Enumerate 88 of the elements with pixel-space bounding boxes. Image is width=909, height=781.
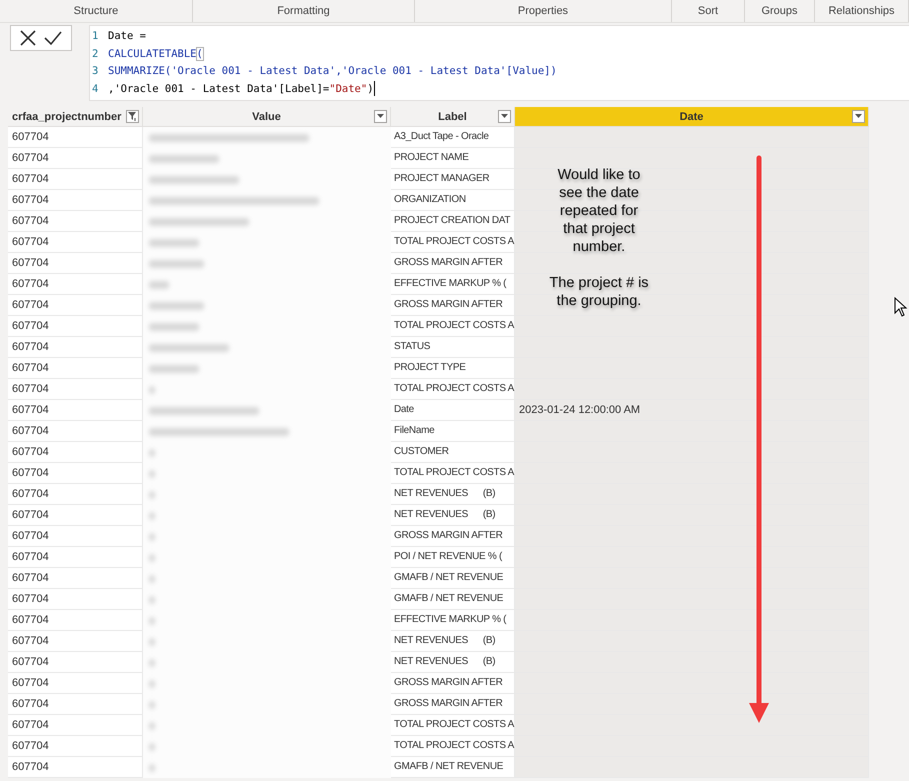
table-cell: 607704 xyxy=(8,400,143,421)
table-cell: 607704 xyxy=(8,631,143,652)
table-cell: TOTAL PROJECT COSTS A xyxy=(391,736,515,757)
table-cell: GROSS MARGIN AFTER xyxy=(391,526,515,547)
line-number: 2 xyxy=(92,46,100,62)
column-header[interactable]: Date xyxy=(515,107,869,127)
table-cell: 607704 xyxy=(8,190,143,211)
line-number: 4 xyxy=(92,82,100,96)
table-cell: 607704 xyxy=(8,211,143,232)
column-header[interactable]: Value xyxy=(143,107,391,127)
table-cell: Date xyxy=(391,400,515,421)
table-cell: 607704 xyxy=(8,736,143,757)
table-cell: 607704 xyxy=(8,253,143,274)
table-cell: 607704 xyxy=(8,295,143,316)
table-cell: 607704 xyxy=(8,484,143,505)
table-cell: 607704 xyxy=(8,358,143,379)
code-line: Date = xyxy=(108,29,146,44)
ribbon-group-label: Structure xyxy=(0,0,193,22)
table-cell: 607704 xyxy=(8,337,143,358)
dropdown-icon[interactable] xyxy=(374,110,387,123)
table-cell: 607704 xyxy=(8,589,143,610)
filter-icon[interactable] xyxy=(126,110,139,123)
ribbon-group-label: Sort xyxy=(672,0,745,22)
table-cell: 607704 xyxy=(8,652,143,673)
table-cell: PROJECT CREATION DAT xyxy=(391,211,515,232)
table-cell: 607704 xyxy=(8,568,143,589)
line-number: 3 xyxy=(92,64,100,79)
table-cell: 607704 xyxy=(8,148,143,169)
table-cell: 607704 xyxy=(8,505,143,526)
table-cell: FileName xyxy=(391,421,515,442)
column-header[interactable]: Label xyxy=(391,107,515,127)
table-cell: GROSS MARGIN AFTER xyxy=(391,253,515,274)
table-cell: NET REVENUES (B) xyxy=(391,505,515,526)
table-cell: GROSS MARGIN AFTER xyxy=(391,673,515,694)
table-cell: 607704 xyxy=(8,463,143,484)
table-cell: 607704 xyxy=(8,274,143,295)
table-cell: EFFECTIVE MARKUP % ( xyxy=(391,610,515,631)
code-line: SUMMARIZE('Oracle 001 - Latest Data','Oracle 001 - Latest Data'[Value]) xyxy=(108,64,557,79)
formula-editor[interactable]: 1 Date = 2 CALCULATETABLE( 3 SUMMARIZE('Oracle 001 - Latest Data','Oracle 001 - Latest Data'[Value]) 4 ,'Oracle 001 - Latest Data'[Label]="Date") xyxy=(89,25,909,101)
table-cell: GMAFB / NET REVENUE xyxy=(391,757,515,778)
table-cell: 607704 xyxy=(8,694,143,715)
table-cell: GMAFB / NET REVENUE xyxy=(391,589,515,610)
table-cell: TOTAL PROJECT COSTS A xyxy=(391,379,515,400)
table-cell: NET REVENUES (B) xyxy=(391,631,515,652)
table-cell: TOTAL PROJECT COSTS A xyxy=(391,232,515,253)
table-cell: 607704 xyxy=(8,316,143,337)
table-cell: TOTAL PROJECT COSTS A xyxy=(391,316,515,337)
table-cell: TOTAL PROJECT COSTS A xyxy=(391,715,515,736)
code-line: ,'Oracle 001 - Latest Data'[Label]="Date") xyxy=(108,80,375,98)
table-cell: 607704 xyxy=(8,421,143,442)
table-cell: 607704 xyxy=(8,757,143,778)
table-cell: EFFECTIVE MARKUP % ( xyxy=(391,274,515,295)
code-line: CALCULATETABLE( xyxy=(108,46,203,62)
table-cell: GROSS MARGIN AFTER xyxy=(391,694,515,715)
column-header[interactable]: crfaa_projectnumber xyxy=(8,107,143,127)
table-cell: A3_Duct Tape - Oracle xyxy=(391,127,515,148)
line-number: 1 xyxy=(92,29,100,44)
ribbon-group-label: Relationships xyxy=(815,0,909,22)
table-cell: GROSS MARGIN AFTER xyxy=(391,295,515,316)
table-cell: TOTAL PROJECT COSTS A xyxy=(391,463,515,484)
table-cell: 607704 xyxy=(8,127,143,148)
table-cell: PROJECT TYPE xyxy=(391,358,515,379)
table-cell: 2023-01-24 12:00:00 AM xyxy=(515,400,869,421)
table-cell: ORGANIZATION xyxy=(391,190,515,211)
ribbon-group-label: Groups xyxy=(745,0,815,22)
table-cell: GMAFB / NET REVENUE xyxy=(391,568,515,589)
table-cell: NET REVENUES (B) xyxy=(391,484,515,505)
table-cell: NET REVENUES (B) xyxy=(391,652,515,673)
ribbon-group-label: Formatting xyxy=(193,0,415,22)
mouse-cursor-icon xyxy=(894,297,908,317)
table-cell: 607704 xyxy=(8,232,143,253)
dropdown-icon[interactable] xyxy=(498,110,511,123)
table-cell: 607704 xyxy=(8,673,143,694)
table-cell: 607704 xyxy=(8,169,143,190)
table-cell: 607704 xyxy=(8,379,143,400)
table-cell: CUSTOMER xyxy=(391,442,515,463)
table-cell: 607704 xyxy=(8,442,143,463)
table-cell: 607704 xyxy=(8,547,143,568)
ribbon-group-label: Properties xyxy=(415,0,672,22)
dropdown-icon[interactable] xyxy=(852,110,865,123)
table-cell: 607704 xyxy=(8,715,143,736)
table-cell: PROJECT MANAGER xyxy=(391,169,515,190)
table-cell: 607704 xyxy=(8,610,143,631)
table-cell: STATUS xyxy=(391,337,515,358)
table-cell: POI / NET REVENUE % ( xyxy=(391,547,515,568)
table-cell: PROJECT NAME xyxy=(391,148,515,169)
table-cell: 607704 xyxy=(8,526,143,547)
annotation-text: Would like to see the date repeated for that project number. The project # is the grouping. xyxy=(548,166,650,311)
